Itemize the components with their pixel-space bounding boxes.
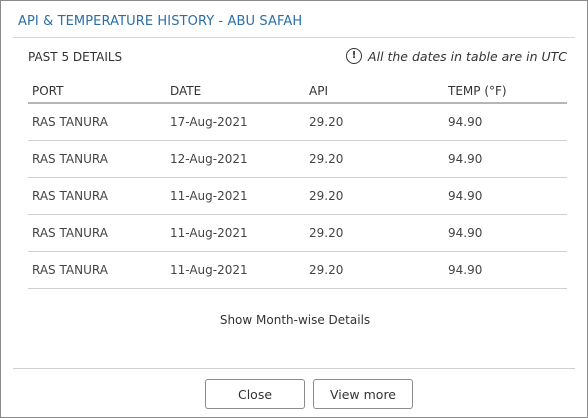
cell-temp: 94.90	[444, 177, 567, 215]
utc-note: ! All the dates in table are in UTC	[346, 48, 567, 64]
dialog-title: API & TEMPERATURE HISTORY - ABU SAFAH	[18, 14, 303, 29]
cell-port: RAS TANURA	[28, 177, 166, 215]
cell-date: 12-Aug-2021	[166, 140, 305, 178]
cell-api: 29.20	[305, 251, 444, 289]
cell-temp: 94.90	[444, 251, 567, 289]
cell-date: 11-Aug-2021	[166, 177, 305, 215]
column-header-port: PORT	[28, 80, 166, 104]
cell-port: RAS TANURA	[28, 214, 166, 252]
past-details-heading: PAST 5 DETAILS	[28, 50, 123, 64]
table-row: RAS TANURA 12-Aug-2021 29.20 94.90	[28, 140, 567, 178]
cell-port: RAS TANURA	[28, 103, 166, 141]
table-row: RAS TANURA 11-Aug-2021 29.20 94.90	[28, 177, 567, 215]
cell-api: 29.20	[305, 140, 444, 178]
cell-api: 29.20	[305, 214, 444, 252]
info-icon: !	[346, 48, 363, 64]
table-row: RAS TANURA 11-Aug-2021 29.20 94.90	[28, 251, 567, 289]
column-header-date: DATE	[166, 80, 305, 104]
cell-temp: 94.90	[444, 214, 567, 252]
table-row: RAS TANURA 17-Aug-2021 29.20 94.90	[28, 103, 567, 141]
close-button[interactable]: Close	[205, 379, 305, 409]
cell-port: RAS TANURA	[28, 140, 166, 178]
column-header-api: API	[305, 80, 444, 104]
cell-api: 29.20	[305, 103, 444, 141]
table-row: RAS TANURA 11-Aug-2021 29.20 94.90	[28, 214, 567, 252]
cell-date: 11-Aug-2021	[166, 251, 305, 289]
cell-port: RAS TANURA	[28, 251, 166, 289]
history-table: PORT DATE API TEMP (°F) RAS TANURA 17-Au…	[28, 80, 567, 289]
footer-divider	[13, 368, 575, 369]
view-more-button[interactable]: View more	[313, 379, 413, 409]
cell-api: 29.20	[305, 177, 444, 215]
cell-date: 17-Aug-2021	[166, 103, 305, 141]
cell-temp: 94.90	[444, 103, 567, 141]
utc-note-text: All the dates in table are in UTC	[368, 48, 567, 64]
history-dialog: API & TEMPERATURE HISTORY - ABU SAFAH PA…	[0, 0, 588, 418]
title-divider	[13, 37, 575, 38]
cell-date: 11-Aug-2021	[166, 214, 305, 252]
table-header-row: PORT DATE API TEMP (°F)	[28, 80, 567, 104]
column-header-temp: TEMP (°F)	[444, 80, 567, 104]
show-monthwise-link[interactable]: Show Month-wise Details	[1, 313, 588, 327]
cell-temp: 94.90	[444, 140, 567, 178]
